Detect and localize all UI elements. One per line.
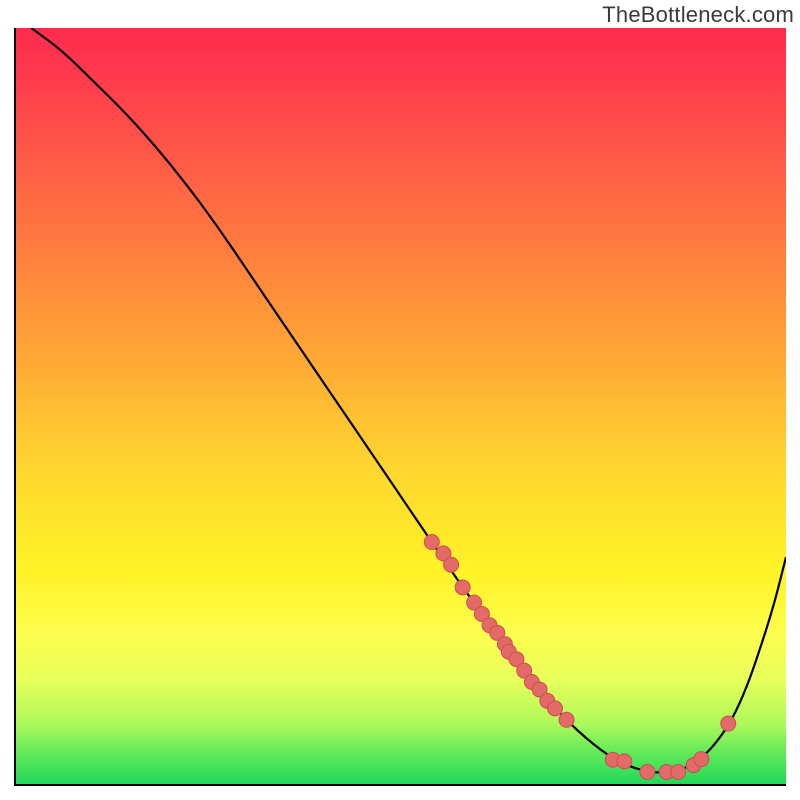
chart-svg — [16, 28, 786, 784]
chart-marker-dot — [455, 580, 470, 595]
chart-marker-dot — [424, 535, 439, 550]
chart-marker-dot — [548, 701, 563, 716]
chart-marker-dot — [694, 752, 709, 767]
chart-marker-dot — [617, 754, 632, 769]
chart-plot-area — [14, 28, 786, 786]
watermark-text: TheBottleneck.com — [602, 2, 794, 28]
chart-markers — [424, 535, 735, 780]
chart-marker-dot — [559, 712, 574, 727]
chart-marker-dot — [444, 557, 459, 572]
chart-curve — [31, 28, 786, 773]
chart-marker-dot — [671, 764, 686, 779]
chart-marker-dot — [721, 716, 736, 731]
chart-marker-dot — [640, 764, 655, 779]
